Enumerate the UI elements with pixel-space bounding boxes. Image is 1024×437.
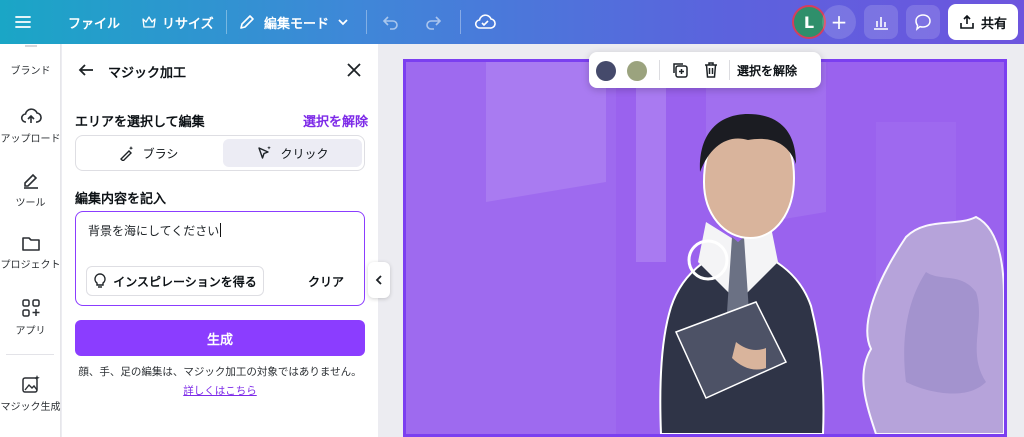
resize-label: リサイズ [162, 16, 214, 32]
top-bar: ファイル リサイズ 編集モード L + 共有 [0, 0, 1024, 44]
file-menu[interactable]: ファイル [68, 0, 120, 44]
learn-more-link[interactable]: 詳しくはこちら [75, 383, 365, 398]
magic-edit-panel: マジック加工 エリアを選択して編集 選択を解除 ブラシ クリック 編集内容を記入… [62, 44, 378, 437]
menu-icon[interactable] [14, 0, 32, 44]
trash-icon[interactable] [703, 61, 719, 79]
design-canvas[interactable] [403, 59, 1007, 437]
panel-title: マジック加工 [108, 66, 187, 81]
click-option[interactable]: クリック [223, 139, 362, 167]
rail-item-upload[interactable]: アップロード [0, 106, 61, 145]
analytics-button[interactable] [864, 5, 898, 39]
cloud-upload-icon [20, 108, 42, 123]
apps-grid-icon [21, 299, 40, 317]
left-rail: ブランド アップロード ツール プロジェクト アプリ マジック生成 [0, 44, 61, 437]
rail-label: ツール [15, 198, 46, 209]
select-area-label: エリアを選択して編集 [75, 115, 205, 130]
back-arrow-icon[interactable] [78, 62, 94, 78]
comment-icon [915, 14, 931, 31]
generate-button[interactable]: 生成 [75, 320, 365, 356]
rail-label: ブランド [10, 66, 51, 77]
prompt-value: 背景を海にしてください [88, 224, 220, 238]
crown-icon [142, 16, 156, 28]
rail-label: マジック生成 [0, 402, 61, 413]
share-label: 共有 [980, 16, 1007, 32]
duplicate-icon[interactable] [671, 61, 689, 79]
photo-with-selection [406, 62, 1004, 434]
selection-toolbar: 選択を解除 [589, 52, 821, 88]
bar-chart-icon [874, 17, 888, 30]
selection-mode-toggle: ブラシ クリック [75, 135, 365, 171]
avatar[interactable]: L [792, 5, 826, 39]
chevron-down-icon [338, 19, 348, 26]
divider [659, 60, 660, 80]
pen-tool-icon [23, 173, 38, 189]
add-collaborator-button[interactable]: + [822, 5, 856, 39]
plus-icon: + [830, 10, 848, 34]
chevron-left-icon [375, 275, 382, 285]
collapse-panel-button[interactable] [368, 262, 390, 298]
folder-icon [21, 237, 40, 251]
magic-wand-icon [119, 146, 133, 161]
edit-mode-label: 編集モード [264, 16, 330, 32]
panel-header: マジック加工 [62, 44, 378, 98]
rail-label: プロジェクト [0, 260, 61, 271]
color-swatch-1[interactable] [596, 61, 616, 81]
brush-label: ブラシ [142, 146, 179, 161]
brush-option[interactable]: ブラシ [79, 139, 218, 167]
deselect-link[interactable]: 選択を解除 [303, 111, 368, 130]
divider [366, 10, 367, 34]
rail-item-tools[interactable]: ツール [0, 170, 61, 209]
comment-button[interactable] [906, 5, 940, 39]
rail-item-magic-media[interactable]: マジック生成 [0, 374, 61, 413]
share-button[interactable]: 共有 [948, 4, 1018, 40]
rail-item-brand[interactable]: ブランド [0, 44, 61, 77]
divider [460, 10, 461, 34]
inspiration-label: インスピレーションを得る [113, 274, 257, 289]
rail-label: アプリ [15, 326, 46, 337]
pencil-icon [240, 15, 254, 29]
deselect-button[interactable]: 選択を解除 [737, 62, 797, 79]
prompt-textarea[interactable]: 背景を海にしてください インスピレーションを得る クリア [75, 211, 365, 306]
disclaimer-note: 顔、手、足の編集は、マジック加工の対象ではありません。 [78, 366, 362, 378]
lightbulb-icon [94, 273, 106, 288]
share-upload-icon [960, 14, 974, 29]
rail-item-projects[interactable]: プロジェクト [0, 234, 61, 271]
edit-mode-dropdown[interactable]: 編集モード [238, 0, 349, 44]
cloud-saved-icon[interactable] [474, 0, 496, 44]
click-label: クリック [280, 146, 329, 161]
prompt-label: 編集内容を記入 [75, 192, 167, 207]
close-icon[interactable] [346, 62, 362, 78]
inspiration-button[interactable]: インスピレーションを得る [86, 266, 264, 296]
prompt-text[interactable]: 背景を海にしてください [88, 222, 222, 239]
clear-button[interactable]: クリア [298, 266, 354, 296]
sparkle-cursor-icon [258, 146, 272, 159]
rail-item-apps[interactable]: アプリ [0, 298, 61, 337]
color-swatch-2[interactable] [627, 61, 647, 81]
rail-label: アップロード [0, 134, 61, 145]
undo-icon[interactable] [382, 0, 400, 44]
divider [226, 10, 227, 34]
divider [729, 60, 730, 80]
redo-icon[interactable] [424, 0, 442, 44]
rail-divider [6, 354, 54, 355]
resize-button[interactable]: リサイズ [142, 0, 214, 44]
text-caret [220, 223, 222, 237]
magic-image-icon [21, 375, 40, 393]
brand-icon [24, 45, 37, 47]
